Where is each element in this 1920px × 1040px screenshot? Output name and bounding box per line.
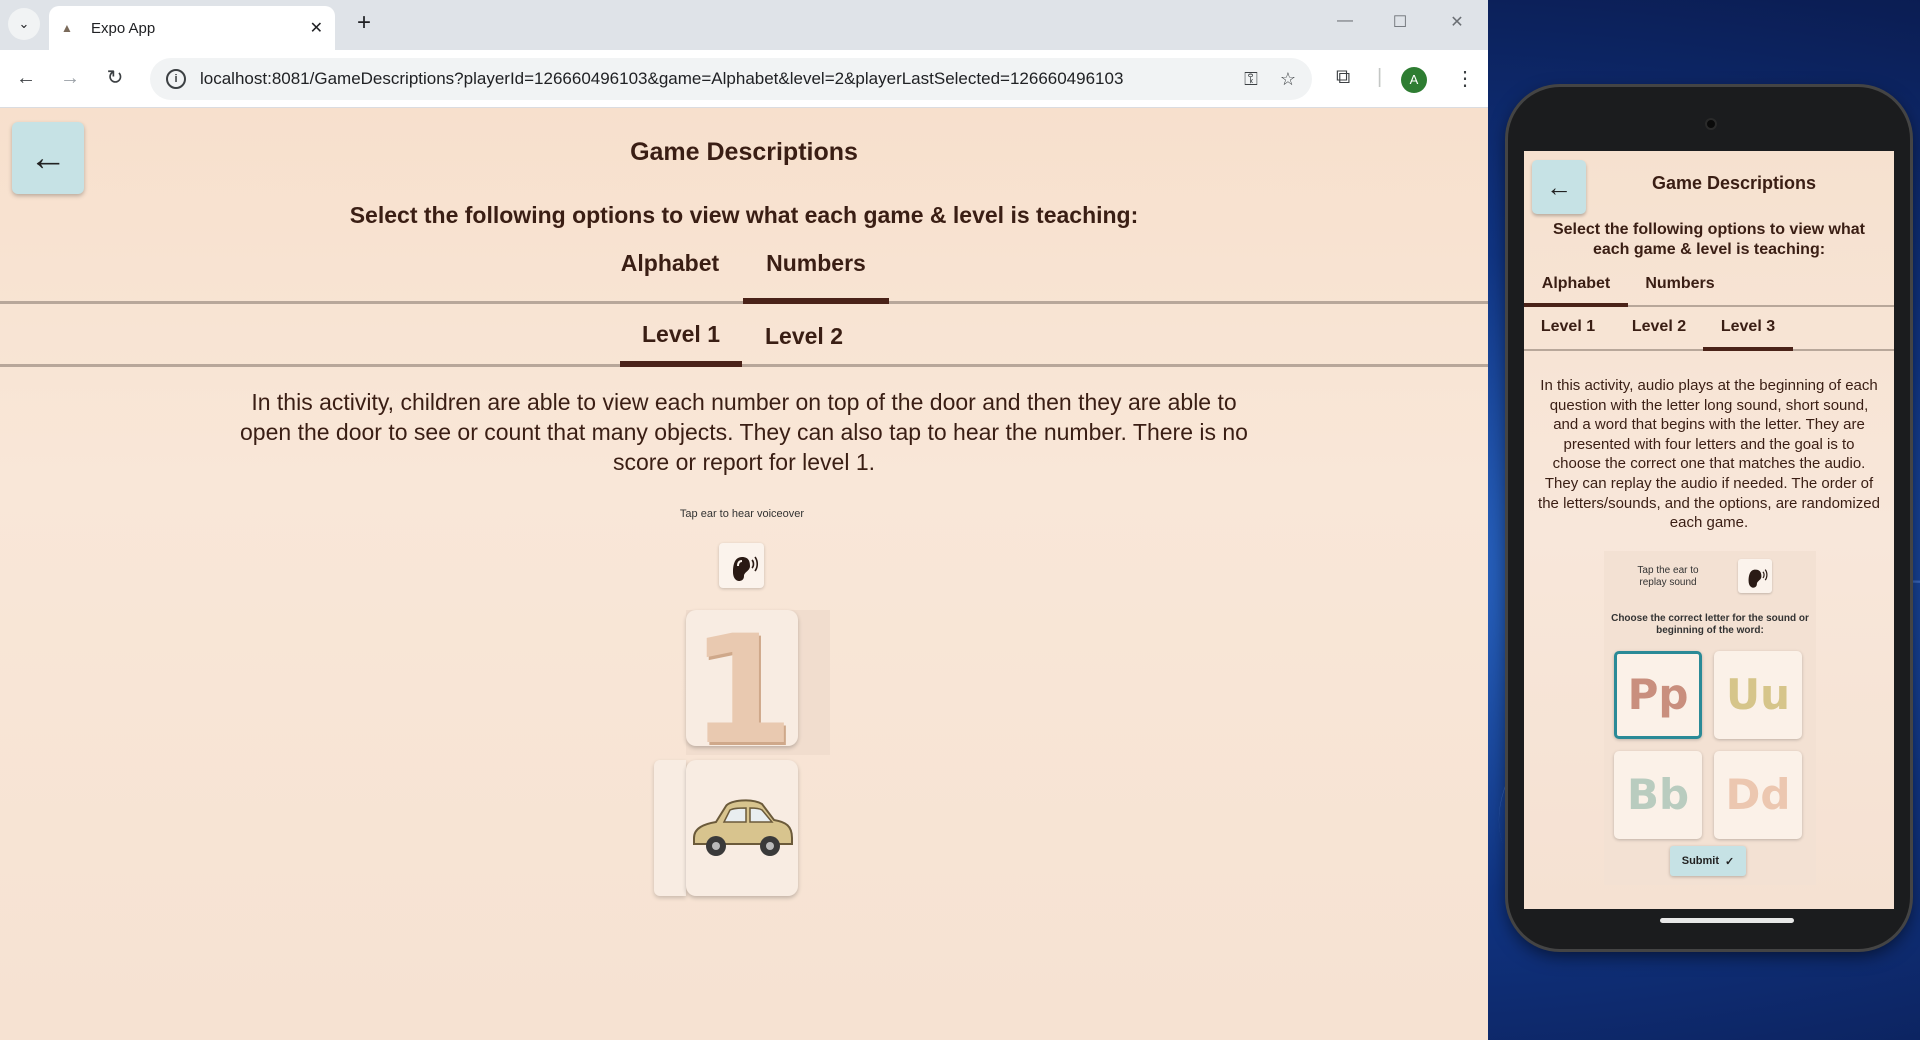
tab-strip: ⌄ ▲ Expo App ✕ + — ☐ ✕	[0, 0, 1488, 50]
phone-level-tabs: Level 1 Level 2 Level 3	[1524, 309, 1894, 351]
maximize-icon[interactable]: ☐	[1385, 12, 1415, 32]
phone-tab-level-3[interactable]: Level 3	[1703, 309, 1793, 351]
new-tab-button[interactable]: +	[350, 10, 378, 38]
page-title: Game Descriptions	[630, 138, 858, 166]
voiceover-caption: Tap ear to hear voiceover	[679, 508, 805, 520]
letter-option-d[interactable]: Dd	[1714, 751, 1802, 839]
level-tabs: Level 1 Level 2	[0, 305, 1488, 367]
phone-tab-alphabet[interactable]: Alphabet	[1524, 271, 1628, 307]
level-description: In this activity, children are able to v…	[240, 389, 1248, 475]
url-input[interactable]	[200, 69, 1223, 89]
reload-icon[interactable]: ↻	[101, 64, 129, 92]
more-menu-icon[interactable]: ⋮	[1455, 66, 1475, 91]
toolbar-divider: |	[1377, 66, 1383, 88]
phone-back-button[interactable]: ←	[1532, 160, 1586, 214]
ear-icon	[733, 556, 759, 581]
phone-page-title: Game Descriptions	[1651, 173, 1817, 193]
letter-instruction: Choose the correct letter for the sound …	[1611, 613, 1809, 636]
tab-level-1[interactable]: Level 1	[620, 305, 742, 367]
phone-screen: ← Game Descriptions Select the following…	[1524, 151, 1894, 909]
ear-icon	[1748, 569, 1768, 588]
letter-option-p[interactable]: Pp	[1614, 651, 1702, 739]
back-arrow-icon[interactable]: ←	[12, 64, 40, 92]
car-icon	[693, 799, 793, 856]
password-key-icon[interactable]: ⚿	[1244, 69, 1258, 90]
phone-tab-numbers[interactable]: Numbers	[1628, 271, 1732, 307]
address-bar[interactable]: i ⚿ ☆	[150, 58, 1312, 100]
checkmark-icon: ✓	[1725, 855, 1735, 868]
page-subtitle: Select the following options to view wha…	[349, 202, 1139, 228]
forward-arrow-icon[interactable]: →	[56, 64, 84, 92]
web-page: ← Game Descriptions Select the following…	[0, 108, 1488, 1040]
profile-avatar[interactable]: A	[1401, 67, 1427, 93]
submit-label: Submit	[1681, 855, 1720, 867]
game-tabs: Alphabet Numbers	[0, 244, 1488, 304]
phone-tab-level-2[interactable]: Level 2	[1614, 309, 1704, 351]
extensions-icon[interactable]: ⧉	[1336, 66, 1350, 89]
phone-page-subtitle: Select the following options to view wha…	[1552, 221, 1865, 258]
tab-title: Expo App	[91, 19, 156, 37]
number-glyph: 1	[689, 604, 795, 778]
tab-search-button[interactable]: ⌄	[8, 8, 40, 40]
site-info-icon[interactable]: i	[166, 69, 186, 89]
letter-option-b[interactable]: Bb	[1614, 751, 1702, 839]
phone-tab-level-1[interactable]: Level 1	[1524, 309, 1612, 351]
close-tab-icon[interactable]: ✕	[310, 18, 323, 38]
replay-ear-button[interactable]	[1738, 559, 1772, 593]
replay-caption: Tap the ear to replay sound	[1637, 565, 1699, 588]
arrow-left-icon: ←	[1546, 171, 1572, 202]
letter-option-u[interactable]: Uu	[1714, 651, 1802, 739]
object-card[interactable]	[686, 760, 798, 896]
phone-home-indicator[interactable]	[1660, 918, 1794, 923]
browser-toolbar: ← → ↻ i ⚿ ☆ ⧉ | A ⋮	[0, 50, 1488, 108]
ear-voiceover-button[interactable]	[719, 543, 764, 588]
tab-level-2[interactable]: Level 2	[743, 305, 865, 367]
browser-tab[interactable]: ▲ Expo App ✕	[49, 6, 335, 50]
tab-numbers[interactable]: Numbers	[743, 244, 889, 304]
number-door-card[interactable]: 1	[686, 604, 798, 778]
tab-alphabet[interactable]: Alphabet	[610, 244, 730, 304]
window-close-icon[interactable]: ✕	[1442, 12, 1472, 32]
submit-button[interactable]: Submit ✓	[1670, 846, 1746, 876]
bookmark-star-icon[interactable]: ☆	[1280, 69, 1296, 90]
browser-window: ⌄ ▲ Expo App ✕ + — ☐ ✕ ← → ↻ i ⚿ ☆ ⧉ | A…	[0, 0, 1488, 1040]
minimize-icon[interactable]: —	[1330, 12, 1360, 30]
front-camera	[1705, 118, 1717, 130]
open-door-panel	[654, 760, 686, 896]
phone-level-description: In this activity, audio plays at the beg…	[1538, 377, 1880, 532]
phone-game-tabs: Alphabet Numbers	[1524, 271, 1894, 307]
expo-favicon-icon: ▲	[61, 21, 73, 35]
phone-demo-preview: Tap the ear to replay sound Choose the c…	[1604, 551, 1816, 885]
chevron-down-icon: ⌄	[18, 16, 30, 31]
